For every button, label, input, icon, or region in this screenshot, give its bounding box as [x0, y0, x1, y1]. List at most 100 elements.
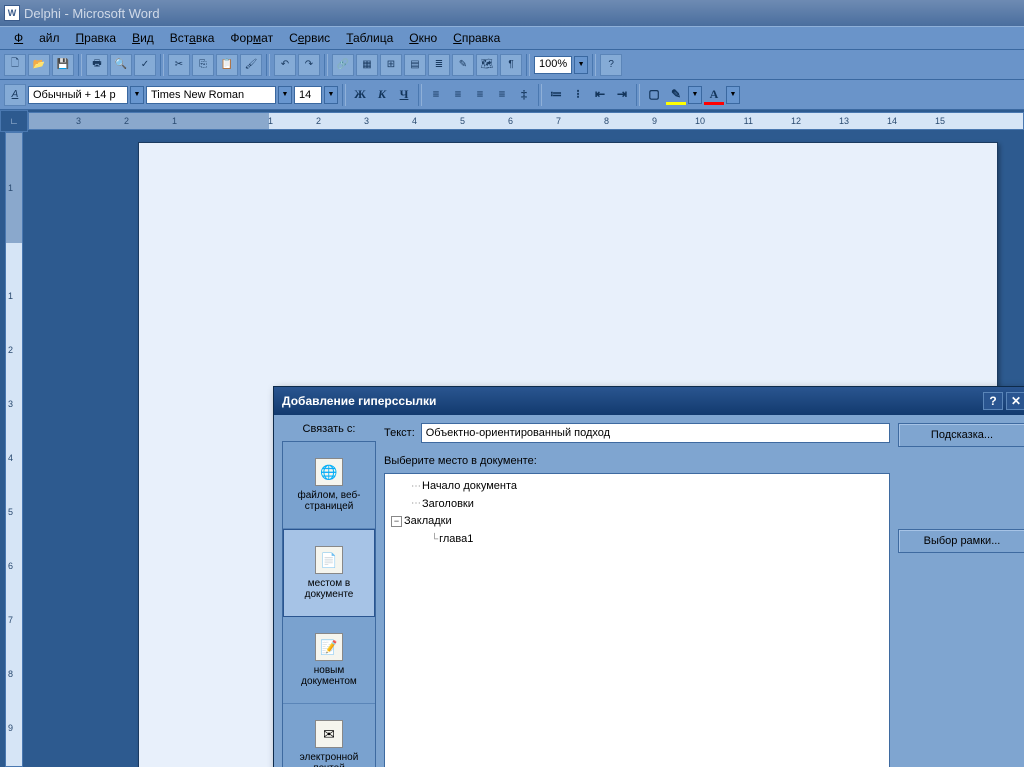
separator	[526, 54, 530, 76]
highlight-icon[interactable]: ✎	[666, 85, 686, 105]
redo-icon[interactable]: ↷	[298, 54, 320, 76]
borders-icon[interactable]: ▢	[644, 85, 664, 105]
menu-insert[interactable]: Вставка	[162, 28, 223, 48]
link-opt-new-doc[interactable]: 📝 новым документом	[283, 617, 375, 704]
workspace: 1123456789 пользовательского интерфейса,…	[0, 132, 1024, 767]
menu-view[interactable]: Вид	[124, 28, 162, 48]
hyperlink-icon[interactable]: 🔗	[332, 54, 354, 76]
ruler-row: ∟	[0, 110, 1024, 132]
size-select[interactable]: 14	[294, 86, 322, 104]
separator	[538, 84, 542, 106]
formatting-toolbar: A Обычный + 14 p ▼ Times New Roman ▼ 14 …	[0, 80, 1024, 110]
font-color-icon[interactable]: A	[704, 85, 724, 105]
link-options: 🌐 файлом, веб-страницей 📄 местом в докум…	[282, 441, 376, 767]
menu-window[interactable]: Окно	[401, 28, 445, 48]
menu-file[interactable]: Файл	[6, 28, 68, 48]
style-dropdown-icon[interactable]: ▼	[130, 86, 144, 104]
link-opt-label: местом в документе	[286, 578, 372, 600]
display-text-input[interactable]	[421, 423, 890, 443]
new-doc-icon[interactable]: 🗋	[4, 54, 26, 76]
vertical-ruler-gutter: 1123456789	[0, 132, 28, 767]
document-icon: 📄	[315, 546, 343, 574]
size-dropdown-icon[interactable]: ▼	[324, 86, 338, 104]
paste-icon[interactable]: 📋	[216, 54, 238, 76]
menu-format[interactable]: Формат	[222, 28, 281, 48]
highlight-dropdown-icon[interactable]: ▼	[688, 86, 702, 104]
menu-tools[interactable]: Сервис	[281, 28, 338, 48]
link-with-label: Связать с:	[282, 423, 376, 441]
insert-hyperlink-dialog: Добавление гиперссылки ? ✕ Связать с: 🌐 …	[273, 386, 1024, 767]
align-center-icon[interactable]: ≡	[448, 85, 468, 105]
bold-button[interactable]: Ж	[350, 85, 370, 105]
collapse-icon[interactable]: −	[391, 516, 402, 527]
zoom-input[interactable]: 100%	[534, 56, 572, 74]
spellcheck-icon[interactable]: ✓	[134, 54, 156, 76]
envelope-icon: ✉	[315, 720, 343, 748]
help-icon[interactable]: ?	[600, 54, 622, 76]
link-opt-label: новым документом	[285, 665, 373, 687]
separator	[266, 54, 270, 76]
tables-borders-icon[interactable]: ▦	[356, 54, 378, 76]
separator	[324, 54, 328, 76]
tree-node-chapter1[interactable]: └ глава1	[391, 531, 883, 549]
align-right-icon[interactable]: ≡	[470, 85, 490, 105]
save-icon[interactable]: 💾	[52, 54, 74, 76]
bookmark-tree[interactable]: ⋯ Начало документа ⋯ Заголовки − Закладк…	[384, 473, 890, 767]
print-icon[interactable]: 🖶	[86, 54, 108, 76]
copy-icon[interactable]: ⎘	[192, 54, 214, 76]
line-spacing-icon[interactable]: ‡	[514, 85, 534, 105]
drawing-icon[interactable]: ✎	[452, 54, 474, 76]
close-button[interactable]: ✕	[1006, 392, 1024, 410]
word-app-icon: W	[4, 5, 20, 21]
ruler-corner: ∟	[0, 110, 28, 132]
standard-toolbar: 🗋 📂 💾 🖶 🔍 ✓ ✂ ⎘ 📋 🖌 ↶ ↷ 🔗 ▦ ⊞ ▤ ≣ ✎ 🗺 ¶ …	[0, 50, 1024, 80]
target-frame-button[interactable]: Выбор рамки...	[898, 529, 1024, 553]
format-painter-icon[interactable]: 🖌	[240, 54, 262, 76]
new-doc-icon: 📝	[315, 633, 343, 661]
font-color-dropdown-icon[interactable]: ▼	[726, 86, 740, 104]
zoom-dropdown-icon[interactable]: ▼	[574, 56, 588, 74]
font-dropdown-icon[interactable]: ▼	[278, 86, 292, 104]
menu-help[interactable]: Справка	[445, 28, 508, 48]
link-opt-place-in-doc[interactable]: 📄 местом в документе	[283, 529, 375, 617]
tree-node-bookmarks[interactable]: − Закладки	[391, 513, 883, 531]
dialog-title: Добавление гиперссылки	[282, 394, 436, 408]
open-icon[interactable]: 📂	[28, 54, 50, 76]
align-left-icon[interactable]: ≡	[426, 85, 446, 105]
italic-button[interactable]: К	[372, 85, 392, 105]
doc-map-icon[interactable]: 🗺	[476, 54, 498, 76]
text-label: Текст:	[384, 427, 415, 439]
vertical-ruler[interactable]: 1123456789	[5, 132, 23, 767]
help-button[interactable]: ?	[983, 392, 1003, 410]
columns-icon[interactable]: ≣	[428, 54, 450, 76]
select-place-label: Выберите место в документе:	[384, 455, 890, 467]
menu-edit[interactable]: Правка	[68, 28, 125, 48]
numbered-list-icon[interactable]: ≔	[546, 85, 566, 105]
bullet-list-icon[interactable]: ⁝	[568, 85, 588, 105]
tree-node-headings[interactable]: ⋯ Заголовки	[391, 496, 883, 514]
cut-icon[interactable]: ✂	[168, 54, 190, 76]
print-preview-icon[interactable]: 🔍	[110, 54, 132, 76]
indent-icon[interactable]: ⇥	[612, 85, 632, 105]
link-opt-file-web[interactable]: 🌐 файлом, веб-страницей	[283, 442, 375, 529]
style-select[interactable]: Обычный + 14 p	[28, 86, 128, 104]
menu-table[interactable]: Таблица	[338, 28, 401, 48]
outdent-icon[interactable]: ⇤	[590, 85, 610, 105]
font-select[interactable]: Times New Roman	[146, 86, 276, 104]
underline-button[interactable]: Ч	[394, 85, 414, 105]
separator	[418, 84, 422, 106]
align-justify-icon[interactable]: ≡	[492, 85, 512, 105]
horizontal-ruler[interactable]	[28, 112, 1024, 130]
undo-icon[interactable]: ↶	[274, 54, 296, 76]
separator	[342, 84, 346, 106]
tree-node-top-of-doc[interactable]: ⋯ Начало документа	[391, 478, 883, 496]
link-opt-email[interactable]: ✉ электронной почтой	[283, 704, 375, 767]
excel-icon[interactable]: ▤	[404, 54, 426, 76]
separator	[160, 54, 164, 76]
dialog-titlebar[interactable]: Добавление гиперссылки ? ✕	[274, 387, 1024, 415]
show-marks-icon[interactable]: ¶	[500, 54, 522, 76]
styles-pane-icon[interactable]: A	[4, 84, 26, 106]
insert-table-icon[interactable]: ⊞	[380, 54, 402, 76]
separator	[592, 54, 596, 76]
screentip-button[interactable]: Подсказка...	[898, 423, 1024, 447]
